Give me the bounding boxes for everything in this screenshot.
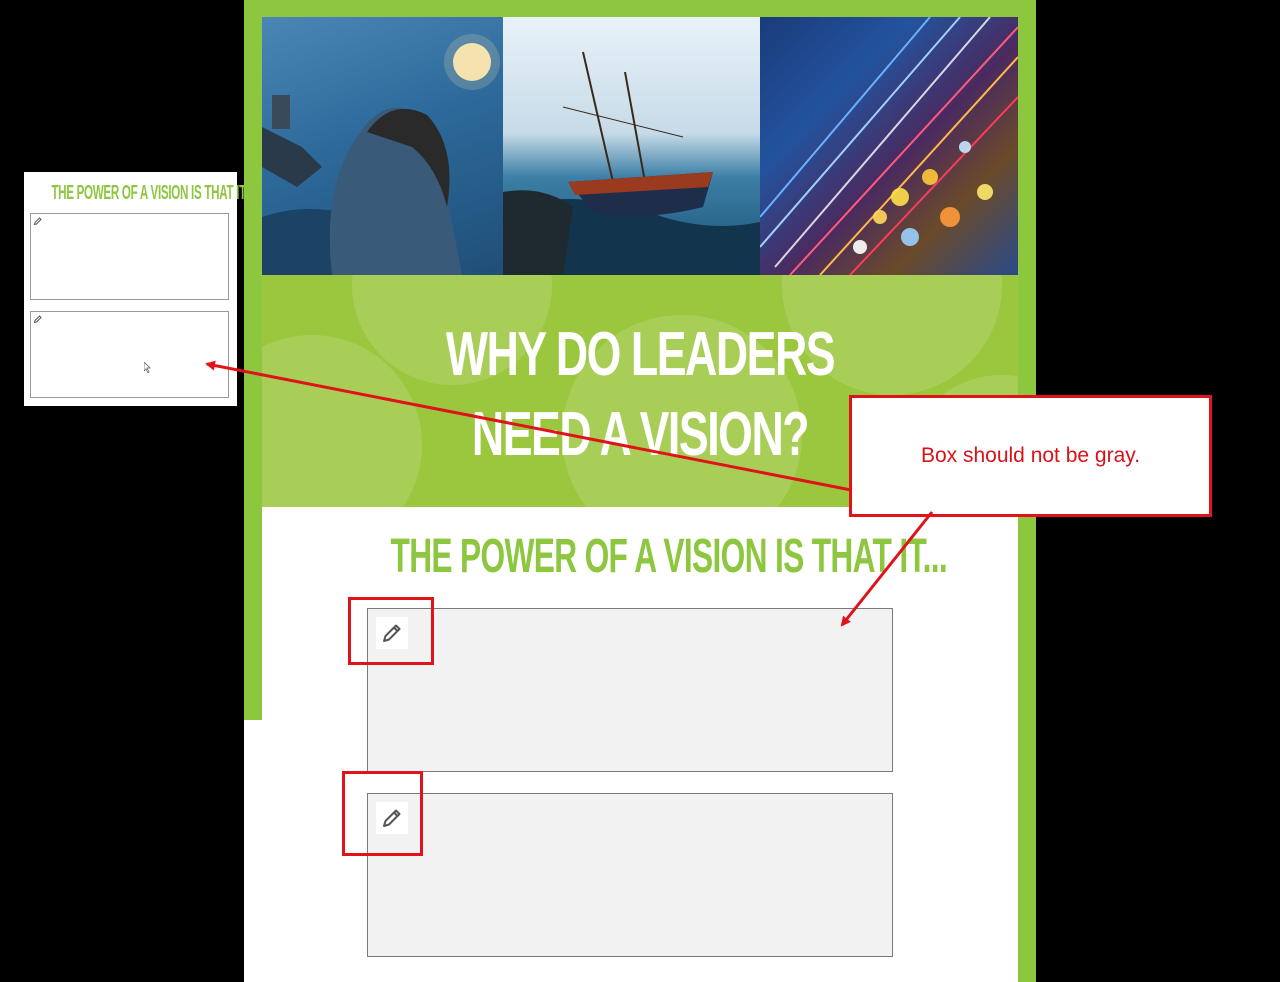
response-text-box[interactable] — [367, 608, 893, 772]
response-text-box[interactable] — [367, 793, 893, 957]
pencil-icon — [33, 315, 42, 324]
reference-thumbnail: THE POWER OF A VISION IS THAT IT... — [24, 172, 254, 406]
thumbnail-entry-box — [30, 311, 229, 398]
worksheet-content: THE POWER OF A VISION IS THAT IT... — [262, 507, 1018, 982]
pencil-icon — [33, 217, 42, 226]
banner-title: WHY DO LEADERS NEED A VISION? — [445, 320, 836, 469]
thumbnail-entry-box — [30, 213, 229, 300]
pencil-highlight-rectangle — [348, 597, 434, 665]
annotation-text: Box should not be gray. — [920, 444, 1141, 467]
page-margin — [244, 720, 262, 982]
thumbnail-subtitle: THE POWER OF A VISION IS THAT IT... — [51, 182, 254, 204]
section-subtitle: THE POWER OF A VISION IS THAT IT... — [390, 530, 948, 583]
annotation-callout: Box should not be gray. — [849, 395, 1212, 517]
woman-with-telescope-photo — [262, 17, 503, 275]
hero-photo-strip — [262, 17, 1018, 275]
sailboat-photo — [503, 17, 760, 275]
light-trails-photo — [760, 17, 1018, 275]
mouse-cursor-icon — [144, 362, 151, 373]
pencil-highlight-rectangle — [342, 771, 423, 856]
